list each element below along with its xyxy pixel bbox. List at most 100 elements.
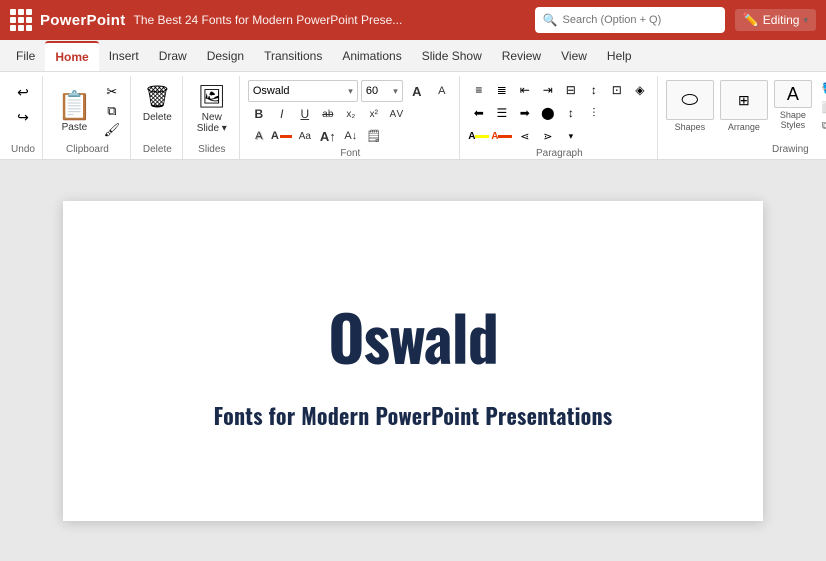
font-increase-button[interactable]: A [406,81,428,101]
search-box[interactable]: 🔍 [535,7,725,33]
clear-format-button[interactable]: 🗒 [363,126,385,146]
waffle-icon[interactable] [10,9,32,31]
paste-button[interactable]: 📋 Paste [51,80,98,142]
decrease-font-size-button[interactable]: ⋖ [514,126,536,146]
slide-subtitle: Fonts for Modern PowerPoint Presentation… [214,400,613,432]
decrease-indent-button[interactable]: ⇤ [514,80,536,100]
paste-icon: 📋 [57,89,92,122]
duplicate-icon: ⧉ [822,120,826,133]
tab-home[interactable]: Home [45,41,98,71]
tab-transitions[interactable]: Transitions [254,41,332,71]
italic-button[interactable]: I [271,104,293,124]
tab-slideshow[interactable]: Slide Show [412,41,492,71]
justify-button[interactable]: ⬤ [537,103,559,123]
font-color-button[interactable]: A [271,126,293,146]
app-name: PowerPoint [40,12,126,29]
editing-badge[interactable]: ✏️ Editing ▾ [735,9,816,31]
duplicate-button[interactable]: ⧉ Duplicate [818,118,826,135]
align-center-button[interactable]: ☰ [491,103,513,123]
subscript-button[interactable]: x₂ [340,104,362,124]
font-decrease-button[interactable]: A [431,81,453,101]
bullet-list-button[interactable]: ≡ [468,80,490,100]
font-size-selector[interactable]: 60 ▾ [361,80,403,102]
font-name-value: Oswald [253,85,290,97]
arrange-button[interactable]: ⊞ [720,80,768,120]
align-right-button[interactable]: ➡ [514,103,536,123]
numbered-list-button[interactable]: ≣ [491,80,513,100]
strikethrough-button[interactable]: ab [317,104,339,124]
para-row1: ≡ ≣ ⇤ ⇥ ⊟ ↕ ⊡ ◈ [468,80,651,100]
tab-review[interactable]: Review [492,41,551,71]
delete-label: Delete [143,112,172,123]
tab-insert[interactable]: Insert [99,41,149,71]
line-spacing-button[interactable]: ↕ [560,103,582,123]
slides-group-content: 🖼 New Slide ▾ [191,76,233,144]
shape-styles-label: Shape Styles [780,110,806,130]
format-painter-button[interactable]: 🖌 [100,121,124,139]
delete-group-label: Delete [139,144,176,157]
para-row3: A A ⋖ ⋗ ▾ [468,126,582,146]
group-clipboard: 📋 Paste ✂ ⧉ 🖌 Clipboard [45,76,131,159]
font-row2: B I U ab x₂ x² AV [248,104,408,124]
delete-button[interactable]: 🗑 Delete [139,80,176,127]
slides-group-label: Slides [191,144,233,157]
tab-help[interactable]: Help [597,41,642,71]
case-button[interactable]: Aa [294,126,316,146]
new-slide-icon: 🖼 [198,84,226,110]
undo-redo-group: ↩ ↪ [10,80,36,129]
cut-button[interactable]: ✂ [100,83,124,101]
char-spacing-button[interactable]: AV [386,104,408,124]
font-size-inc-button[interactable]: A↑ [317,126,339,146]
search-input[interactable] [563,14,703,26]
bold-button[interactable]: B [248,104,270,124]
slide-area: Oswald Fonts for Modern PowerPoint Prese… [0,160,826,561]
highlight-button[interactable]: A [468,126,490,146]
redo-button[interactable]: ↪ [10,105,36,129]
align-left-button[interactable]: ⬅ [468,103,490,123]
shape-outline-icon: ⬜ [822,101,826,114]
tab-design[interactable]: Design [197,41,254,71]
editing-chevron-icon: ▾ [803,15,808,26]
tab-view[interactable]: View [551,41,597,71]
shapes-container: ⬭ Shapes [666,80,714,132]
shape-outline-button[interactable]: ⬜ Shape Outline ▾ [818,99,826,116]
text-shadow-button[interactable]: A [248,126,270,146]
undo-button[interactable]: ↩ [10,80,36,104]
slide-canvas[interactable]: Oswald Fonts for Modern PowerPoint Prese… [63,201,763,521]
doc-title: The Best 24 Fonts for Modern PowerPoint … [134,13,403,27]
shapes-gallery[interactable]: ⬭ [666,80,714,120]
drawing-group-content: ⬭ Shapes ⊞ Arrange A Shape Styles 🪣 [666,76,826,144]
clipboard-group-label: Clipboard [51,144,124,157]
shape-style-container: A Shape Styles [774,80,812,130]
increase-font-size-button[interactable]: ⋗ [537,126,559,146]
align-text-button[interactable]: ⊡ [606,80,628,100]
underline-button[interactable]: U [294,104,316,124]
text-direction-button[interactable]: ↕ [583,80,605,100]
font-name-selector[interactable]: Oswald ▾ [248,80,358,102]
pencil-icon: ✏️ [743,12,759,28]
shape-styles-container: A Shape Styles [774,80,812,130]
shape-styles-button[interactable]: A [774,80,812,108]
drawing-group-label: Drawing [666,144,826,157]
slide-title: Oswald [328,290,498,382]
arrange-container: ⊞ Arrange [720,80,768,132]
tab-draw[interactable]: Draw [149,41,197,71]
search-icon: 🔍 [543,13,558,27]
increase-indent-button[interactable]: ⇥ [537,80,559,100]
superscript-button[interactable]: x² [363,104,385,124]
tab-animations[interactable]: Animations [332,41,411,71]
shape-fill-button[interactable]: 🪣 Shape Fill ▾ [818,80,826,97]
font-size-dec-button[interactable]: A↓ [340,126,362,146]
tab-file[interactable]: File [6,41,45,71]
smartart-convert-button[interactable]: ◈ [629,80,651,100]
copy-button[interactable]: ⧉ [100,102,124,120]
font-color-para-button[interactable]: A [491,126,513,146]
paste-label: Paste [62,122,88,133]
group-undo: ↩ ↪ Undo [4,76,43,159]
col-layout-button[interactable]: ⊟ [560,80,582,100]
more-para-button[interactable]: ▾ [560,126,582,146]
group-paragraph: ≡ ≣ ⇤ ⇥ ⊟ ↕ ⊡ ◈ ⬅ ☰ ➡ ⬤ ↕ ⫶ A [462,76,658,159]
shape-fill-icon: 🪣 [822,82,826,95]
new-slide-button[interactable]: 🖼 New Slide ▾ [191,80,233,138]
columns-button[interactable]: ⫶ [583,103,605,123]
